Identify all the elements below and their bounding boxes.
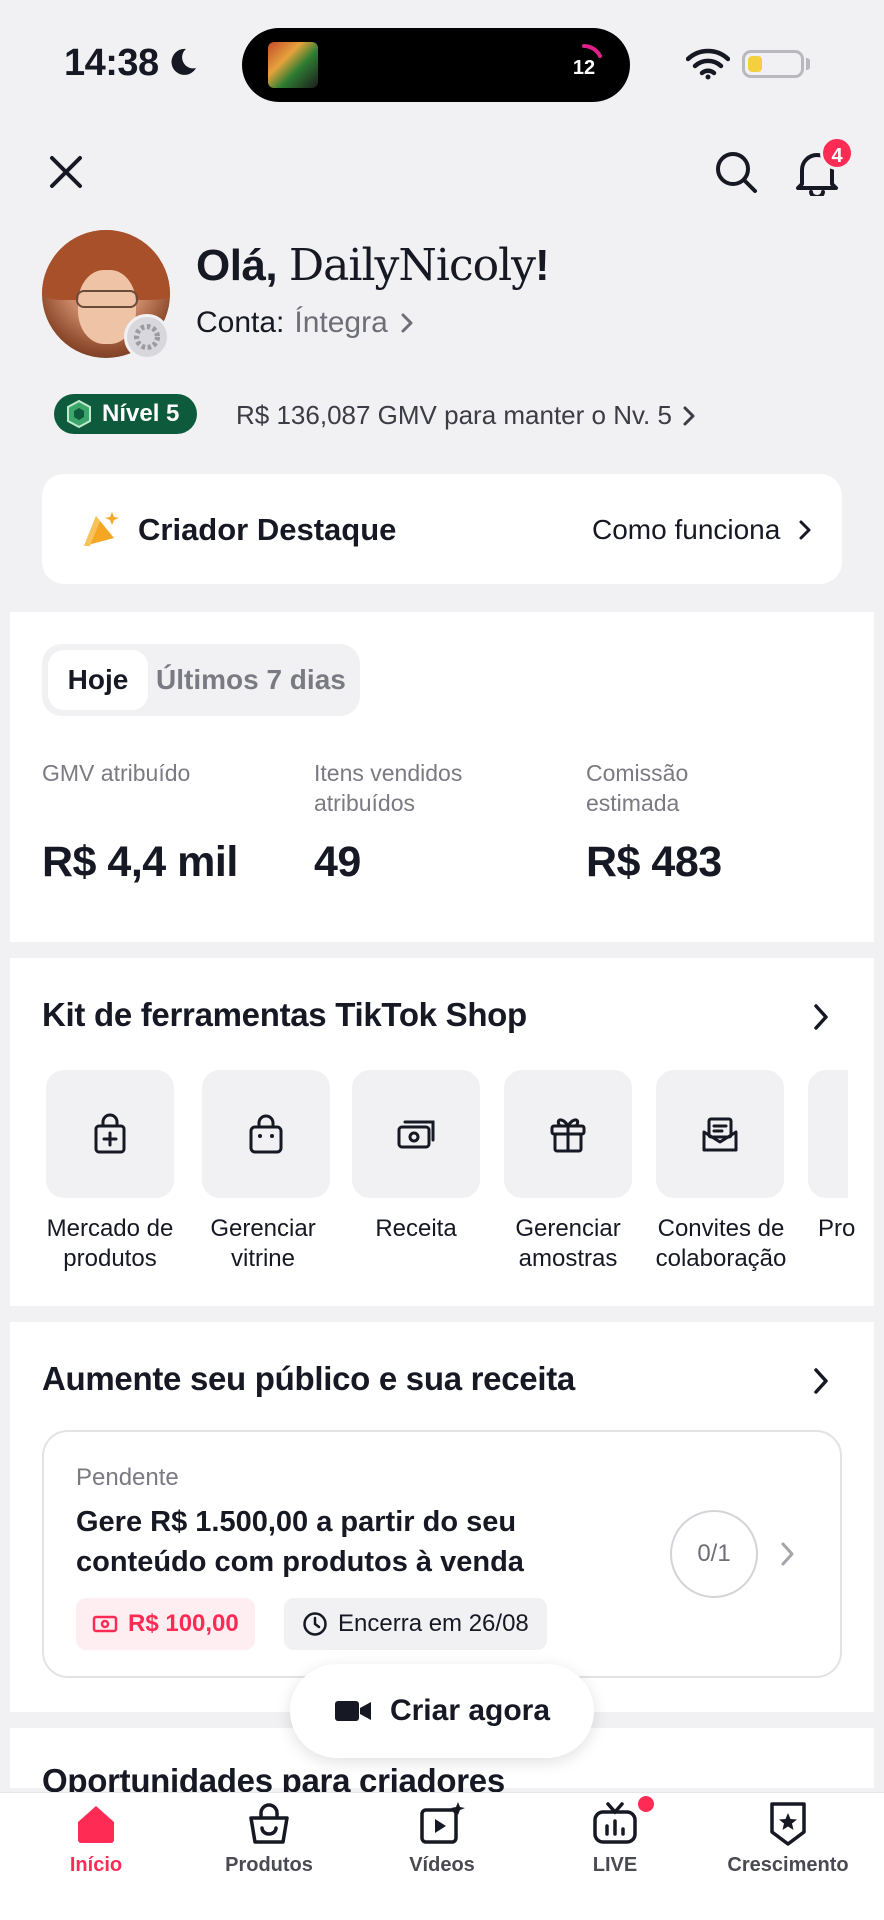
bag-icon xyxy=(249,1803,289,1844)
account-label: Conta: xyxy=(196,306,285,339)
account-row[interactable]: Conta: Íntegra xyxy=(196,306,416,340)
tool-invites[interactable] xyxy=(656,1070,784,1198)
tool-marketplace[interactable] xyxy=(46,1070,174,1198)
username: DailyNicoly xyxy=(288,240,536,291)
reward-chip: R$ 100,00 xyxy=(76,1598,255,1650)
greeting-suffix: ! xyxy=(535,241,550,290)
level-shield-icon xyxy=(67,399,91,429)
tab-growth[interactable]: Crescimento xyxy=(713,1800,863,1877)
tab-products-label: Produtos xyxy=(225,1854,313,1876)
tab-videos[interactable]: Vídeos xyxy=(367,1800,517,1877)
how-it-works-link[interactable]: Como funciona xyxy=(592,514,814,546)
cash-icon xyxy=(92,1615,118,1633)
island-count: 12 xyxy=(572,57,596,79)
reward-amount: R$ 100,00 xyxy=(128,1610,239,1637)
greeting-prefix: Olá, xyxy=(196,241,289,290)
stat-label-gmv: GMV atribuído xyxy=(42,760,191,786)
invite-envelope-icon xyxy=(702,1117,738,1152)
tool-pro-box xyxy=(808,1070,848,1198)
tool-marketplace-box xyxy=(46,1070,174,1198)
stat-label-commission: Comissão estimada xyxy=(586,760,689,816)
tab-live-label: LIVE xyxy=(592,1854,638,1876)
settings-gear-icon[interactable] xyxy=(124,314,170,360)
tab-home[interactable]: Início xyxy=(21,1800,171,1877)
stat-value-gmv: R$ 4,4 mil xyxy=(42,838,238,886)
level-progress-link[interactable]: R$ 136,087 GMV para manter o Nv. 5 xyxy=(236,400,698,431)
stat-value-commission: R$ 483 xyxy=(586,838,722,886)
live-notification-dot xyxy=(638,1796,654,1812)
wifi-icon xyxy=(686,48,730,80)
level-badge-label: Nível 5 xyxy=(102,400,180,427)
chevron-right-icon[interactable] xyxy=(778,1540,798,1568)
tab-products[interactable]: Produtos xyxy=(194,1800,344,1877)
notification-badge: 4 xyxy=(820,136,854,170)
tool-label-samples: Gerenciar amostras xyxy=(515,1215,621,1272)
tool-label-pro: Pro xyxy=(818,1215,856,1242)
shop-bag-icon xyxy=(249,1114,283,1154)
tool-label-showcase: Gerenciar vitrine xyxy=(210,1215,316,1272)
tool-samples-box xyxy=(504,1070,632,1198)
tool-label-marketplace: Mercado de produtos xyxy=(46,1215,174,1272)
task-progress: 0/1 xyxy=(670,1510,758,1598)
live-tv-icon xyxy=(593,1802,637,1844)
battery-icon xyxy=(742,50,804,78)
tool-label-revenue: Receita xyxy=(375,1215,457,1242)
stat-value-items-sold: 49 xyxy=(314,838,361,886)
star-badge-icon xyxy=(770,1802,806,1846)
dynamic-island[interactable]: 12 xyxy=(242,28,630,102)
tool-pro[interactable] xyxy=(808,1070,848,1198)
tool-showcase[interactable] xyxy=(202,1070,330,1198)
tab-videos-label: Vídeos xyxy=(409,1854,475,1876)
chevron-right-icon xyxy=(401,313,413,333)
growth-title: Aumente seu público e sua receita xyxy=(42,1360,575,1397)
task-status: Pendente xyxy=(76,1464,179,1491)
tool-revenue[interactable] xyxy=(352,1070,480,1198)
tab-home-label: Início xyxy=(69,1854,123,1876)
tool-invites-box xyxy=(656,1070,784,1198)
tool-label-invites: Convites de colaboração xyxy=(655,1215,787,1272)
growth-chevron-right-icon[interactable] xyxy=(810,1366,832,1396)
tool-revenue-box xyxy=(352,1070,480,1198)
status-time: 14:38 xyxy=(64,42,159,84)
tool-samples[interactable] xyxy=(504,1070,632,1198)
close-icon[interactable] xyxy=(46,152,86,192)
battery-nub xyxy=(806,58,810,70)
chevron-right-icon xyxy=(683,406,695,425)
deadline-chip: Encerra em 26/08 xyxy=(284,1598,547,1650)
home-icon xyxy=(78,1806,114,1843)
tool-showcase-box xyxy=(202,1070,330,1198)
chevron-right-icon xyxy=(799,520,811,540)
clock-icon xyxy=(303,1612,327,1636)
account-type: Íntegra xyxy=(294,306,388,339)
deadline-text: Encerra em 26/08 xyxy=(338,1610,529,1637)
featured-creator-title: Criador Destaque xyxy=(138,512,397,547)
tab-last-7-days[interactable]: Últimos 7 dias xyxy=(156,650,346,710)
app-thumbnail xyxy=(268,42,318,88)
create-now-button[interactable]: Criar agora xyxy=(290,1664,594,1758)
bag-plus-icon xyxy=(94,1113,126,1154)
video-camera-icon xyxy=(334,1701,371,1721)
cash-icon xyxy=(397,1120,435,1149)
level-badge[interactable]: Nível 5 xyxy=(54,394,198,434)
task-title: Gere R$ 1.500,00 a partir do seu conteúd… xyxy=(76,1506,524,1578)
tab-today[interactable]: Hoje xyxy=(48,650,148,710)
video-icon xyxy=(420,1802,465,1844)
tools-title: Kit de ferramentas TikTok Shop xyxy=(42,996,527,1033)
tools-chevron-right-icon[interactable] xyxy=(810,1002,832,1032)
how-it-works-label: Como funciona xyxy=(592,514,781,545)
spotlight-icon xyxy=(84,512,119,546)
moon-icon xyxy=(171,48,196,75)
stat-label-items-sold: Itens vendidos atribuídos xyxy=(314,760,463,816)
tab-growth-label: Crescimento xyxy=(727,1854,849,1876)
search-icon[interactable] xyxy=(714,150,758,194)
level-message: R$ 136,087 GMV para manter o Nv. 5 xyxy=(236,400,672,430)
create-now-label: Criar agora xyxy=(389,1694,551,1727)
gift-icon xyxy=(550,1118,586,1153)
greeting: Olá, DailyNicoly! xyxy=(196,240,550,291)
tab-live[interactable]: LIVE xyxy=(540,1800,690,1877)
